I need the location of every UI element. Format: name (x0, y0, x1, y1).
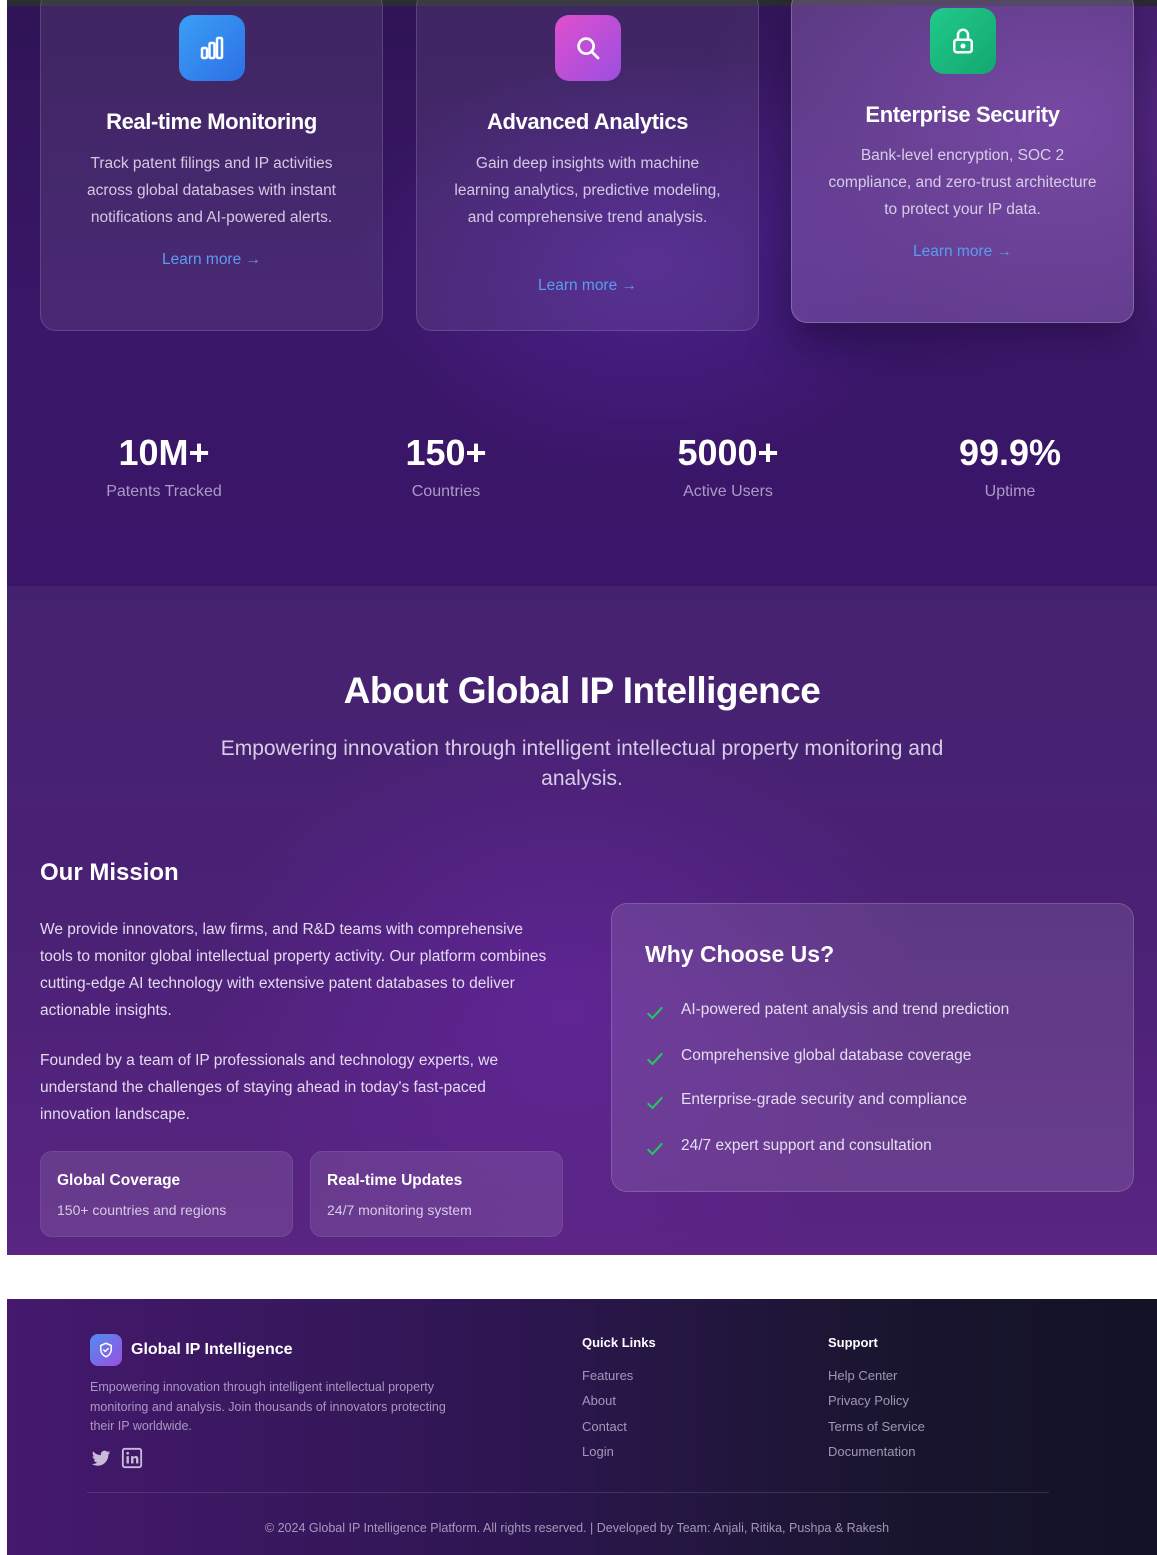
shield-icon (90, 1334, 122, 1366)
check-icon (647, 1006, 663, 1020)
highlight-subtitle: 24/7 monitoring system (327, 1202, 472, 1218)
twitter-icon[interactable] (90, 1447, 112, 1469)
why-choose-us-card: Why Choose Us? AI-powered patent analysi… (611, 903, 1134, 1192)
footer-link-features[interactable]: Features (582, 1368, 633, 1383)
footer: Global IP Intelligence Empowering innova… (7, 1299, 1157, 1555)
footer-link-help-center[interactable]: Help Center (828, 1368, 897, 1383)
highlight-subtitle: 150+ countries and regions (57, 1202, 227, 1218)
feature-title: Enterprise Security (865, 102, 1060, 127)
highlight-title: Global Coverage (57, 1172, 181, 1189)
why-item-text: 24/7 expert support and consultation (681, 1137, 932, 1154)
about-section: About Global IP Intelligence Empowering … (7, 586, 1157, 1255)
footer-link-privacy-policy[interactable]: Privacy Policy (828, 1393, 909, 1408)
why-item-text: AI-powered patent analysis and trend pre… (681, 1001, 1010, 1018)
highlight-title: Real-time Updates (327, 1172, 463, 1189)
why-item: AI-powered patent analysis and trend pre… (645, 998, 1009, 1022)
feature-card-security: Enterprise Security Bank-level encryptio… (791, 0, 1134, 323)
stat-value: 150+ (405, 432, 487, 473)
highlight-card-coverage: Global Coverage 150+ countries and regio… (40, 1151, 293, 1237)
feature-description: Bank-level encryption, SOC 2 compliance,… (828, 147, 1097, 218)
why-item-text: Comprehensive global database coverage (681, 1047, 972, 1064)
why-item: Comprehensive global database coverage (645, 1044, 971, 1068)
feature-description: Track patent filings and IP activities a… (86, 155, 336, 226)
about-subtitle: Empowering innovation through intelligen… (220, 737, 944, 790)
footer-link-contact[interactable]: Contact (582, 1419, 627, 1434)
footer-link-documentation[interactable]: Documentation (828, 1444, 915, 1459)
copyright-text: © 2024 Global IP Intelligence Platform. … (264, 1521, 890, 1535)
feature-card-analytics: Advanced Analytics Gain deep insights wi… (416, 0, 759, 331)
why-title: Why Choose Us? (645, 941, 835, 967)
footer-link-terms[interactable]: Terms of Service (828, 1419, 925, 1434)
stat-value: 10M+ (118, 432, 210, 473)
bar-chart-icon (178, 15, 245, 81)
stat-label: Active Users (683, 483, 773, 500)
search-icon (554, 15, 621, 81)
footer-link-about[interactable]: About (582, 1393, 616, 1408)
feature-card-monitoring: Real-time Monitoring Track patent filing… (40, 0, 383, 331)
stat-label: Countries (411, 483, 481, 500)
footer-link-login[interactable]: Login (582, 1444, 614, 1459)
stat-value: 5000+ (677, 432, 779, 473)
stat-label: Uptime (984, 483, 1036, 500)
quick-links-heading: Quick Links (582, 1335, 656, 1350)
feature-title: Advanced Analytics (486, 109, 689, 134)
about-title: About Global IP Intelligence (343, 670, 821, 711)
footer-brand-description: Empowering innovation through intelligen… (90, 1380, 446, 1433)
mission-paragraph: Founded by a team of IP professionals an… (40, 1052, 499, 1123)
footer-divider (87, 1492, 1049, 1493)
feature-description: Gain deep insights with machine learning… (454, 155, 721, 226)
learn-more-link[interactable]: Learn more → (792, 243, 1133, 261)
why-item-text: Enterprise-grade security and compliance (681, 1091, 968, 1108)
check-icon (647, 1142, 663, 1156)
mission-paragraph: We provide innovators, law firms, and R&… (40, 921, 547, 1019)
check-icon (647, 1052, 663, 1066)
features-section: Real-time Monitoring Track patent filing… (7, 0, 1157, 586)
stat-value: 99.9% (958, 432, 1062, 473)
lock-icon (929, 8, 996, 74)
feature-title: Real-time Monitoring (106, 109, 317, 134)
highlight-card-updates: Real-time Updates 24/7 monitoring system (310, 1151, 563, 1237)
learn-more-link[interactable]: Learn more → (41, 251, 382, 269)
linkedin-icon[interactable] (121, 1447, 143, 1469)
check-icon (647, 1096, 663, 1110)
stat-label: Patents Tracked (106, 483, 222, 500)
why-item: 24/7 expert support and consultation (645, 1134, 932, 1158)
footer-brand-name: Global IP Intelligence (131, 1341, 293, 1358)
learn-more-link[interactable]: Learn more → (417, 277, 758, 295)
mission-title: Our Mission (40, 859, 179, 886)
why-item: Enterprise-grade security and compliance (645, 1088, 967, 1112)
support-heading: Support (828, 1335, 878, 1350)
